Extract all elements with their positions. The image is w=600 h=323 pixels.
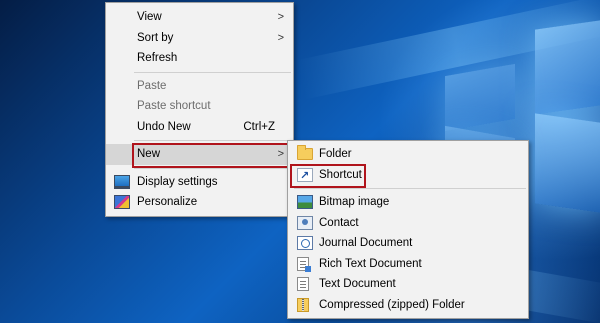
submenu-item-text-document[interactable]: Text Document	[288, 274, 528, 295]
submenu-item-folder[interactable]: Folder	[288, 144, 528, 165]
menu-item-undo-new[interactable]: Undo New Ctrl+Z	[106, 117, 293, 138]
chevron-right-icon: >	[277, 31, 284, 44]
submenu-item-label: Bitmap image	[319, 196, 390, 208]
menu-item-refresh[interactable]: Refresh	[106, 48, 293, 69]
submenu-item-label: Text Document	[319, 278, 396, 290]
menu-item-personalize[interactable]: Personalize	[106, 192, 293, 213]
menu-separator	[294, 188, 526, 189]
menu-item-label: Paste	[137, 79, 167, 92]
menu-item-label: Display settings	[137, 175, 218, 188]
submenu-item-label: Rich Text Document	[319, 257, 422, 270]
submenu-item-label: Folder	[319, 148, 352, 160]
journal-document-icon	[297, 236, 313, 250]
submenu-item-compressed-folder[interactable]: Compressed (zipped) Folder	[288, 295, 528, 316]
logo-pane	[535, 20, 600, 115]
submenu-item-label: Contact	[319, 216, 359, 229]
compressed-folder-icon	[297, 297, 309, 312]
menu-item-paste: Paste	[106, 76, 293, 97]
menu-item-label: Paste shortcut	[137, 100, 211, 112]
menu-item-label: Sort by	[137, 31, 174, 44]
menu-item-paste-shortcut: Paste shortcut	[106, 96, 293, 117]
bitmap-image-icon	[297, 195, 313, 209]
shortcut-item-highlight-box	[290, 164, 366, 188]
menu-item-label: Undo New	[137, 120, 191, 133]
chevron-right-icon: >	[277, 11, 284, 23]
submenu-item-journal-document[interactable]: Journal Document	[288, 233, 528, 254]
menu-separator	[134, 71, 291, 73]
menu-item-sort-by[interactable]: Sort by >	[106, 28, 293, 49]
contact-icon	[297, 215, 313, 230]
menu-item-view[interactable]: View >	[106, 7, 293, 28]
folder-icon	[297, 145, 313, 160]
submenu-item-rich-text-document[interactable]: Rich Text Document	[288, 254, 528, 275]
text-document-icon	[297, 277, 309, 291]
new-item-highlight-box	[132, 143, 291, 168]
display-icon	[114, 174, 130, 189]
submenu-item-contact[interactable]: Contact	[288, 213, 528, 234]
logo-pane	[445, 63, 515, 132]
desktop-context-menu: View > Sort by > Refresh Paste Paste sho…	[105, 2, 294, 217]
personalize-icon	[114, 195, 130, 209]
submenu-item-label: Compressed (zipped) Folder	[319, 298, 465, 311]
menu-separator	[134, 140, 291, 141]
submenu-item-label: Journal Document	[319, 237, 413, 249]
logo-pane	[535, 113, 600, 213]
rich-text-document-icon	[297, 256, 311, 272]
menu-item-label: Refresh	[137, 52, 178, 64]
menu-item-display-settings[interactable]: Display settings	[106, 172, 293, 193]
menu-item-label: Personalize	[137, 196, 198, 208]
submenu-item-bitmap-image[interactable]: Bitmap image	[288, 192, 528, 213]
keyboard-shortcut: Ctrl+Z	[243, 120, 275, 133]
menu-item-label: View	[137, 11, 162, 23]
